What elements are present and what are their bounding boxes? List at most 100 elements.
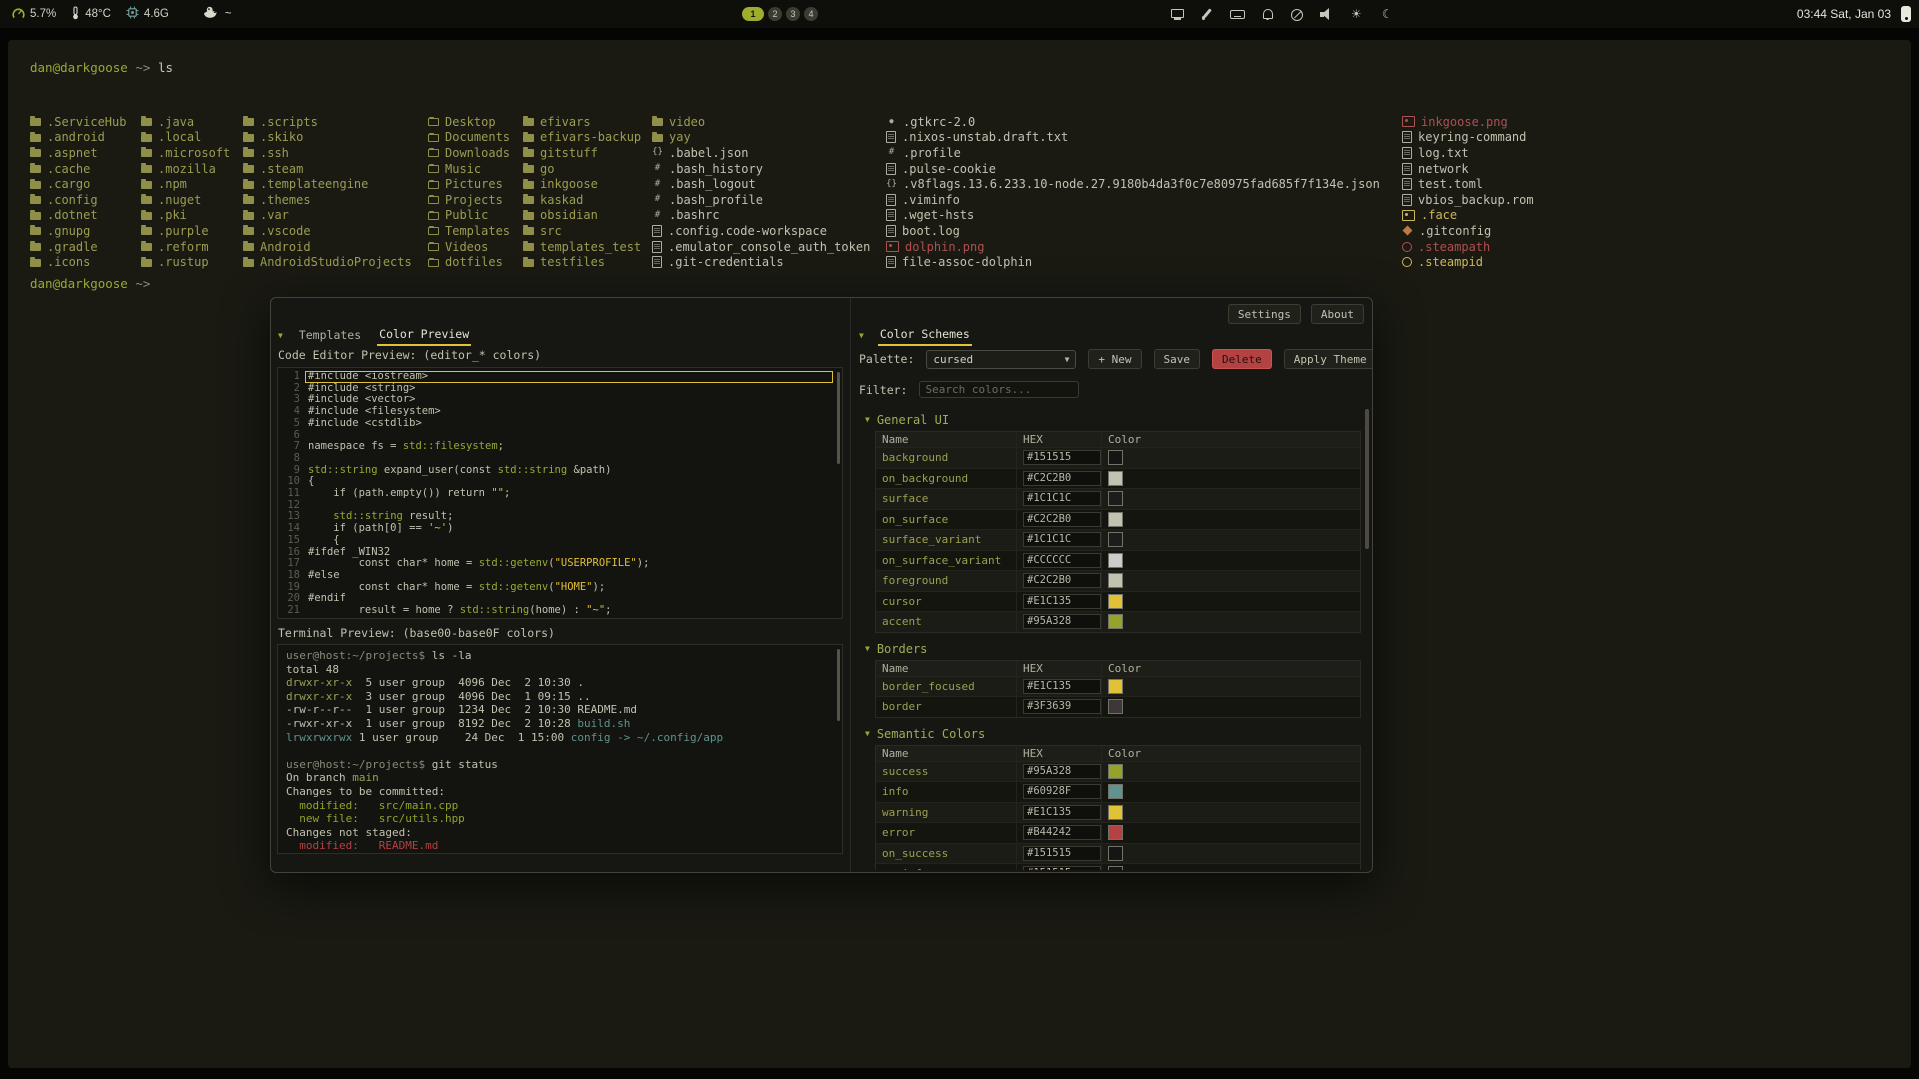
color-swatch[interactable] (1108, 825, 1123, 840)
file-item: .bash_logout (652, 176, 870, 192)
keyboard-icon[interactable] (1230, 7, 1245, 21)
color-swatch[interactable] (1108, 450, 1123, 465)
code-token: ; (605, 604, 611, 616)
code-token: std::string (460, 604, 530, 616)
color-swatch[interactable] (1108, 594, 1123, 609)
color-swatch[interactable] (1108, 764, 1123, 779)
hex-input[interactable]: #60928F (1023, 784, 1101, 799)
palette-label: Palette: (859, 352, 914, 366)
tab-color-preview[interactable]: Color Preview (377, 326, 471, 346)
hex-input[interactable]: #1C1C1C (1023, 491, 1101, 506)
file-name: .mozilla (158, 162, 216, 176)
color-swatch[interactable] (1108, 553, 1123, 568)
cpu-icon (12, 7, 25, 22)
code-token: #include <iostream> (308, 370, 428, 382)
file-icon (1402, 194, 1412, 206)
color-swatch[interactable] (1108, 805, 1123, 820)
color-name: on_surface_variant (876, 551, 1016, 571)
file-item: Downloads (428, 145, 510, 161)
palette-select[interactable]: cursed ▼ (926, 350, 1076, 369)
code-token: ; (504, 487, 510, 499)
color-swatch[interactable] (1108, 471, 1123, 486)
hex-input[interactable]: #C2C2B0 (1023, 573, 1101, 588)
code-token: "~" (586, 604, 605, 616)
terminal-token: user@host:~/projects$ (286, 649, 432, 662)
section-header[interactable]: ▼Semantic Colors (865, 727, 1364, 741)
color-section: ▼Borders NameHEXColorborder_focused#E1C13… (851, 642, 1364, 718)
color-swatch[interactable] (1108, 699, 1123, 714)
hex-input[interactable]: #E1C135 (1023, 679, 1101, 694)
prompt-line-2[interactable]: dan@darkgoose ~> (30, 276, 150, 291)
terminal-scrollbar[interactable] (837, 649, 840, 721)
section-header[interactable]: ▼Borders (865, 642, 1364, 656)
temperature-value: 48°C (85, 8, 111, 20)
display-icon[interactable] (1170, 7, 1185, 21)
file-icon (652, 225, 662, 237)
dnd-icon[interactable] (1290, 7, 1305, 21)
hex-input[interactable]: #3F3639 (1023, 699, 1101, 714)
brightness-icon[interactable] (1350, 7, 1365, 21)
terminal-token: new file: src/utils.hpp (286, 812, 465, 825)
night-light-icon[interactable] (1380, 7, 1395, 21)
color-swatch[interactable] (1108, 679, 1123, 694)
workspace-3[interactable]: 3 (786, 7, 800, 21)
hex-input[interactable]: #E1C135 (1023, 594, 1101, 609)
image-icon (886, 241, 899, 252)
tray-icon[interactable] (1901, 6, 1911, 22)
hex-input[interactable]: #B44242 (1023, 825, 1101, 840)
hex-input[interactable]: #C2C2B0 (1023, 471, 1101, 486)
color-table: NameHEXColorborder_focused#E1C135border#… (875, 660, 1361, 718)
color-swatch[interactable] (1108, 866, 1123, 870)
notifications-icon[interactable] (1260, 7, 1275, 21)
hex-input[interactable]: #151515 (1023, 866, 1101, 870)
color-name: success (876, 762, 1016, 782)
color-swatch[interactable] (1108, 491, 1123, 506)
collapse-icon: ▼ (865, 729, 870, 739)
hex-input[interactable]: #C2C2B0 (1023, 512, 1101, 527)
file-name: dotfiles (445, 255, 503, 269)
color-section: ▼General UINameHEXColorbackground#151515… (851, 413, 1364, 633)
color-swatch[interactable] (1108, 614, 1123, 629)
hex-input[interactable]: #151515 (1023, 450, 1101, 465)
hex-input[interactable]: #CCCCCC (1023, 553, 1101, 568)
color-swatch[interactable] (1108, 573, 1123, 588)
apply-theme-button[interactable]: Apply Theme (1284, 349, 1373, 369)
file-item: .scripts (243, 114, 412, 130)
about-button[interactable]: About (1311, 304, 1364, 324)
column-header: Color (1101, 746, 1360, 761)
tab-templates[interactable]: Templates (297, 327, 363, 345)
settings-button[interactable]: Settings (1228, 304, 1301, 324)
file-name: .steam (260, 162, 303, 176)
hex-input[interactable]: #95A328 (1023, 764, 1101, 779)
color-swatch[interactable] (1108, 846, 1123, 861)
search-colors-input[interactable] (919, 381, 1079, 398)
color-swatch[interactable] (1108, 532, 1123, 547)
tab-color-schemes[interactable]: Color Schemes (878, 326, 972, 346)
collapse-icon[interactable]: ▼ (278, 331, 283, 341)
color-picker-icon[interactable] (1200, 7, 1215, 21)
hex-input[interactable]: #151515 (1023, 846, 1101, 861)
file-item: .var (243, 208, 412, 224)
workspace-1[interactable]: 1 (742, 7, 764, 21)
hex-input[interactable]: #E1C135 (1023, 805, 1101, 820)
section-header[interactable]: ▼General UI (865, 413, 1364, 427)
new-palette-button[interactable]: + New (1088, 349, 1141, 369)
hex-input[interactable]: #1C1C1C (1023, 532, 1101, 547)
code-token: std::string (498, 464, 568, 476)
workspace-4[interactable]: 4 (804, 7, 818, 21)
file-item: dotfiles (428, 254, 510, 270)
ls-column-1: .ServiceHub.android.aspnet.cache.cargo.c… (30, 114, 126, 270)
delete-button[interactable]: Delete (1212, 349, 1272, 369)
save-button[interactable]: Save (1154, 349, 1201, 369)
volume-icon[interactable] (1320, 7, 1335, 21)
code-scrollbar[interactable] (837, 372, 840, 464)
colors-scrollbar[interactable] (1365, 409, 1369, 549)
code-token: "HOME" (555, 581, 593, 593)
file-item: testfiles (523, 254, 641, 270)
color-swatch[interactable] (1108, 512, 1123, 527)
collapse-icon[interactable]: ▼ (859, 331, 864, 341)
workspace-2[interactable]: 2 (768, 7, 782, 21)
hex-input[interactable]: #95A328 (1023, 614, 1101, 629)
color-swatch[interactable] (1108, 784, 1123, 799)
file-name: .v8flags.13.6.233.10-node.27.9180b4da3f0… (903, 177, 1380, 191)
